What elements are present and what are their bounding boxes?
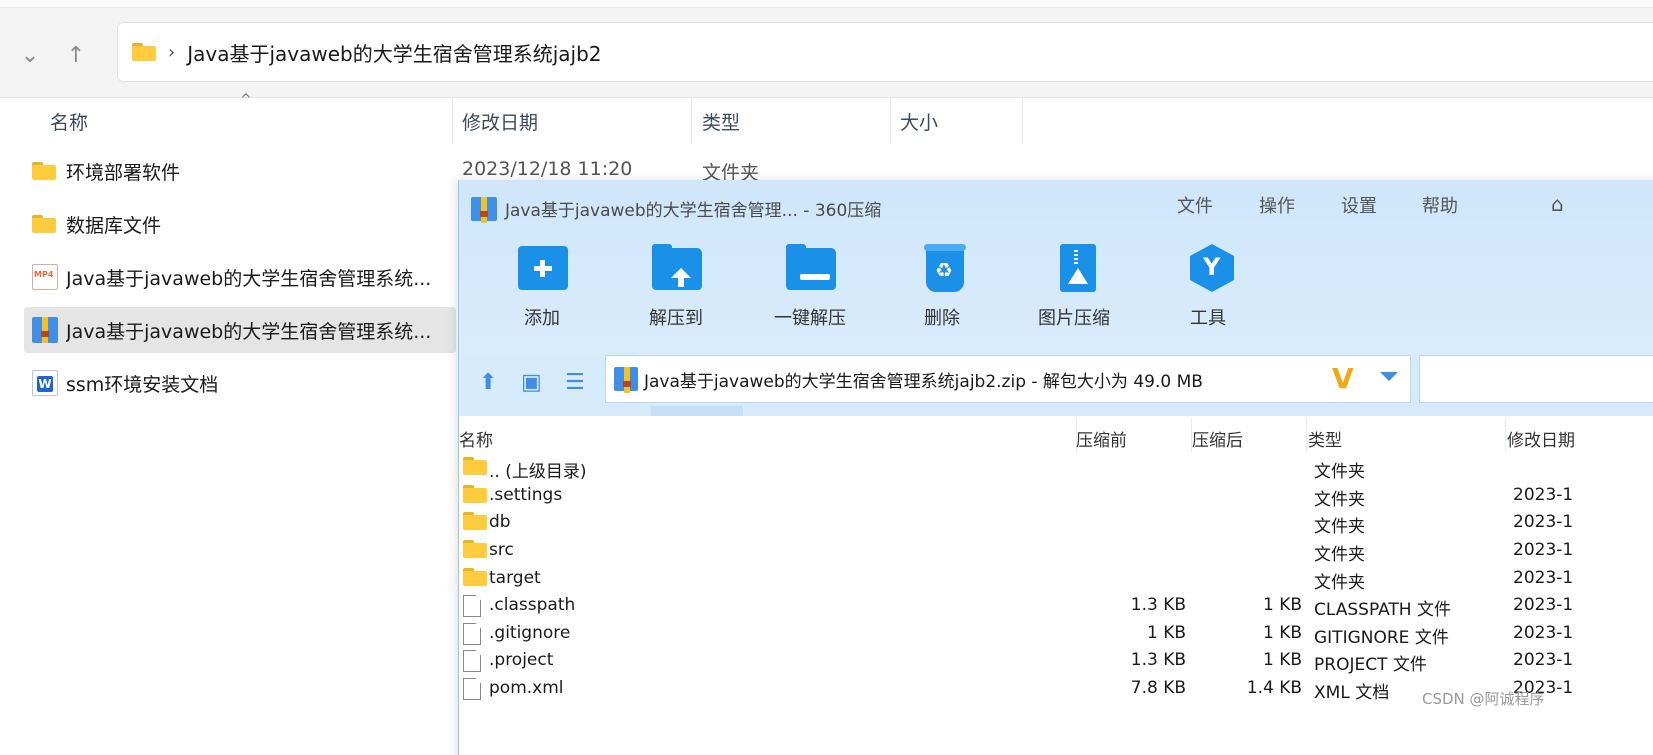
item-name: Java基于javaweb的大学生宿舍管理系统...: [66, 267, 432, 290]
address-bar[interactable]: › Java基于javaweb的大学生宿舍管理系统jajb2: [117, 22, 1653, 82]
folder-icon: [463, 540, 487, 558]
table-row[interactable]: target 文件夹 2023-1: [459, 565, 1653, 593]
delete-button[interactable]: ♻ 删除: [887, 242, 997, 338]
add-icon: [514, 242, 570, 294]
table-row[interactable]: .settings 文件夹 2023-1: [459, 482, 1653, 510]
zip-window-title: Java基于javaweb的大学生宿舍管理... - 360压缩: [471, 196, 882, 223]
list-item-selected[interactable]: Java基于javaweb的大学生宿舍管理系统...: [24, 307, 456, 353]
item-modified-date: 2023/12/18 11:20: [462, 158, 633, 180]
menu-help[interactable]: 帮助: [1422, 192, 1458, 218]
column-divider[interactable]: [1306, 418, 1307, 452]
up-folder-button[interactable]: ↑: [58, 38, 94, 72]
column-header-name[interactable]: 名称: [459, 426, 493, 451]
recent-locations-button[interactable]: ⌄: [12, 38, 48, 72]
tools-button[interactable]: Y 工具: [1153, 242, 1263, 338]
zip-app-icon: [471, 196, 497, 223]
folder-icon: [463, 457, 487, 475]
column-header-type[interactable]: 类型: [702, 98, 740, 144]
item-name: Java基于javaweb的大学生宿舍管理系统...: [66, 320, 432, 343]
list-item[interactable]: MP4 Java基于javaweb的大学生宿舍管理系统...: [24, 254, 456, 300]
one-click-extract-button[interactable]: 一键解压: [755, 242, 865, 338]
folder-icon: [463, 485, 487, 503]
sort-ascending-icon: ^: [240, 92, 252, 108]
skin-icon[interactable]: ⌂: [1551, 192, 1564, 216]
menu-operate[interactable]: 操作: [1259, 192, 1295, 218]
add-button[interactable]: 添加: [487, 242, 597, 338]
list-item[interactable]: W ssm环境安装文档: [24, 360, 456, 406]
breadcrumb-separator: ›: [168, 41, 176, 63]
table-row[interactable]: .classpath 1.3 KB 1 KB CLASSPATH 文件 2023…: [459, 592, 1653, 620]
word-document-icon: W: [32, 370, 58, 396]
table-row[interactable]: db 文件夹 2023-1: [459, 509, 1653, 537]
column-header-size[interactable]: 大小: [900, 98, 938, 144]
archive-path-field[interactable]: Java基于javaweb的大学生宿舍管理系统jajb2.zip - 解包大小为…: [605, 355, 1411, 403]
zip-archive-icon: [32, 317, 58, 343]
list-item[interactable]: 环境部署软件: [24, 148, 456, 194]
item-name: 环境部署软件: [66, 161, 181, 184]
image-compress-icon: [1046, 242, 1102, 294]
thumbnail-view-icon[interactable]: ▣: [521, 370, 542, 395]
path-scrollbar[interactable]: [651, 406, 743, 416]
column-header-modified[interactable]: 修改日期: [1507, 426, 1575, 451]
watermark: CSDN @阿诚程序: [1422, 690, 1545, 708]
image-compress-button[interactable]: 图片压缩: [1019, 242, 1129, 338]
column-divider[interactable]: [452, 98, 453, 144]
column-divider[interactable]: [1022, 98, 1023, 144]
file-icon: [463, 595, 481, 617]
column-divider[interactable]: [691, 98, 692, 144]
delete-icon: ♻: [914, 242, 970, 294]
archive-path-text: Java基于javaweb的大学生宿舍管理系统jajb2.zip - 解包大小为…: [644, 371, 1203, 392]
table-row[interactable]: .gitignore 1 KB 1 KB GITIGNORE 文件 2023-1: [459, 620, 1653, 648]
dropdown-arrow-icon[interactable]: [1380, 372, 1398, 381]
zip-window: Java基于javaweb的大学生宿舍管理... - 360压缩 文件 操作 设…: [458, 180, 1653, 755]
folder-icon: [32, 158, 58, 184]
menu-settings[interactable]: 设置: [1341, 192, 1377, 218]
tools-icon: Y: [1180, 242, 1236, 294]
column-divider[interactable]: [1505, 418, 1506, 452]
list-view-icon[interactable]: ☰: [565, 370, 585, 395]
item-name: 数据库文件: [66, 214, 162, 237]
list-item[interactable]: 数据库文件: [24, 201, 456, 247]
column-header-after[interactable]: 压缩后: [1192, 426, 1243, 451]
folder-icon: [463, 568, 487, 586]
search-input[interactable]: [1419, 355, 1653, 403]
folder-icon: [463, 512, 487, 530]
one-click-extract-icon: [782, 242, 838, 294]
chevron-down-icon: ⌄: [20, 42, 40, 68]
table-row[interactable]: src 文件夹 2023-1: [459, 537, 1653, 565]
breadcrumb-current[interactable]: Java基于javaweb的大学生宿舍管理系统jajb2: [187, 38, 601, 67]
file-icon: [463, 623, 481, 645]
column-header-before[interactable]: 压缩前: [1076, 426, 1127, 451]
desktop: ⌄ ↑ › Java基于javaweb的大学生宿舍管理系统jajb2 ^ 名称 …: [0, 0, 1653, 755]
table-row[interactable]: .project 1.3 KB 1 KB PROJECT 文件 2023-1: [459, 647, 1653, 675]
v-logo-icon[interactable]: V: [1332, 362, 1354, 395]
extract-to-icon: [648, 242, 704, 294]
file-icon: [463, 650, 481, 672]
extract-to-button[interactable]: 解压到: [621, 242, 731, 338]
table-row[interactable]: .. (上级目录) 文件夹: [459, 454, 1653, 482]
item-name: ssm环境安装文档: [66, 373, 219, 396]
mp4-file-icon: MP4: [32, 264, 58, 290]
column-header-modified[interactable]: 修改日期: [462, 98, 538, 144]
explorer-top-strip: [0, 0, 1653, 8]
column-divider[interactable]: [890, 98, 891, 144]
arrow-up-icon[interactable]: ⬆: [479, 370, 497, 395]
column-header-name[interactable]: 名称: [50, 98, 88, 144]
zip-title-text: Java基于javaweb的大学生宿舍管理... - 360压缩: [505, 201, 882, 221]
file-icon: [463, 678, 481, 700]
folder-icon: [132, 43, 156, 61]
zip-archive-icon: [614, 367, 638, 393]
folder-icon: [32, 211, 58, 237]
menu-file[interactable]: 文件: [1177, 192, 1213, 218]
arrow-up-icon: ↑: [66, 42, 86, 68]
column-header-type[interactable]: 类型: [1308, 426, 1342, 451]
